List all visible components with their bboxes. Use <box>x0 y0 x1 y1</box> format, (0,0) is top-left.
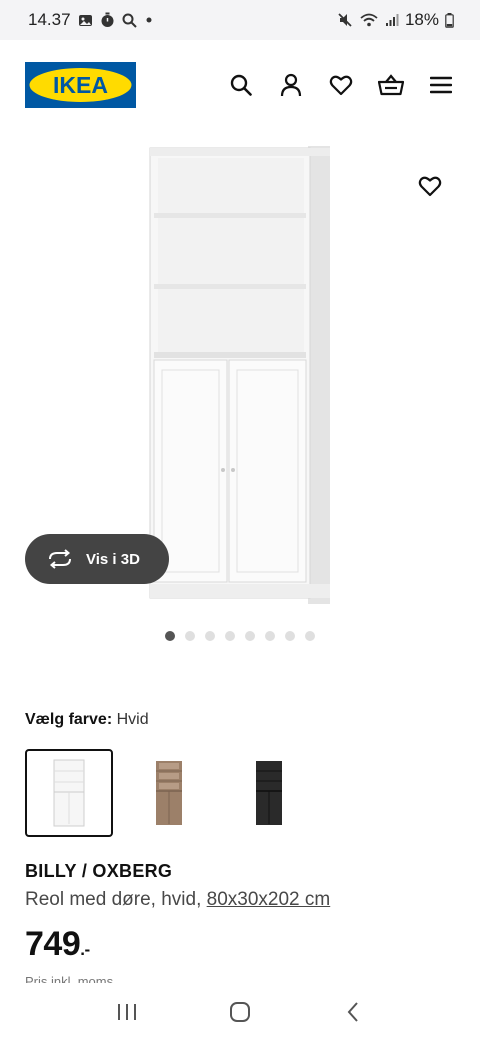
dot-icon <box>144 15 154 25</box>
pagination-dot[interactable] <box>205 631 215 641</box>
signal-icon <box>385 13 399 27</box>
home-icon <box>229 1001 250 1022</box>
logo-text: IKEA <box>53 72 108 98</box>
search-icon[interactable] <box>227 71 255 99</box>
back-button[interactable] <box>333 992 373 1032</box>
image-pagination <box>0 631 480 641</box>
selected-color-value: Hvid <box>116 711 149 728</box>
product-price: 749.- <box>25 925 90 964</box>
color-swatch-white[interactable] <box>25 749 113 837</box>
product-type: Reol med døre, hvid, <box>25 889 207 910</box>
site-header: IKEA <box>0 40 480 130</box>
pagination-dot[interactable] <box>265 631 275 641</box>
pagination-dot[interactable] <box>185 631 195 641</box>
add-to-wishlist-button[interactable] <box>416 172 444 200</box>
search-icon <box>122 13 137 28</box>
timer-icon <box>100 12 115 28</box>
ikea-logo[interactable]: IKEA <box>25 62 136 108</box>
battery-percent: 18% <box>404 10 439 29</box>
pagination-dot[interactable] <box>285 631 295 641</box>
wishlist-icon[interactable] <box>327 71 355 99</box>
back-icon <box>347 1001 359 1022</box>
color-swatch-black[interactable] <box>225 749 313 837</box>
color-swatches <box>25 749 325 837</box>
menu-icon[interactable] <box>427 71 455 99</box>
account-icon[interactable] <box>277 71 305 99</box>
recent-apps-button[interactable] <box>107 992 147 1032</box>
color-swatch-oak[interactable] <box>125 749 213 837</box>
wifi-icon <box>359 12 379 28</box>
rotate-3d-icon <box>47 549 73 569</box>
battery-icon <box>445 12 454 28</box>
product-name: BILLY / OXBERG <box>25 861 173 881</box>
product-description: Reol med døre, hvid, 80x30x202 cm <box>25 889 330 911</box>
price-value: 749 <box>25 925 81 963</box>
pagination-dot[interactable] <box>165 631 175 641</box>
status-bar: 14.37 18% <box>0 0 480 40</box>
gallery-icon <box>78 13 93 28</box>
status-time: 14.37 <box>28 10 71 29</box>
recent-apps-icon <box>117 1003 136 1020</box>
product-image <box>149 146 330 604</box>
product-dimensions-link[interactable]: 80x30x202 cm <box>207 889 331 910</box>
pagination-dot[interactable] <box>225 631 235 641</box>
pagination-dot[interactable] <box>305 631 315 641</box>
basket-icon[interactable] <box>377 71 405 99</box>
system-navigation-bar <box>0 983 480 1040</box>
color-label-title: Vælg farve: <box>25 711 113 728</box>
view-in-3d-label: Vis i 3D <box>86 550 140 568</box>
price-note: Pris inkl. moms <box>25 975 114 983</box>
mute-icon <box>337 12 353 28</box>
view-in-3d-button[interactable]: Vis i 3D <box>25 534 169 584</box>
pagination-dot[interactable] <box>245 631 255 641</box>
color-selector-label: Vælg farve: Hvid <box>25 711 149 729</box>
price-suffix: .- <box>80 940 90 959</box>
home-button[interactable] <box>220 992 260 1032</box>
heart-icon <box>418 176 442 197</box>
